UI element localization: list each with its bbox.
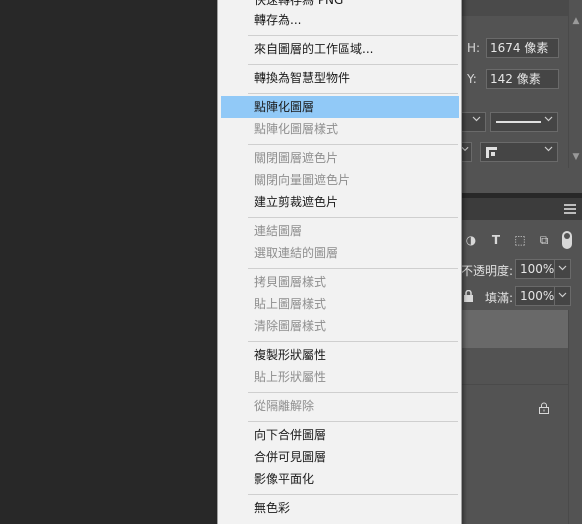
filter-toggle-icon[interactable] xyxy=(562,231,572,249)
height-label: H: xyxy=(467,41,481,55)
opacity-label: 不透明度: xyxy=(461,264,514,278)
menu-item-no-color[interactable]: 無色彩 xyxy=(254,497,290,519)
menu-item-select-linked-layers: 選取連結的圖層 xyxy=(254,246,339,260)
menu-item-create-clipping-mask[interactable]: 建立剪裁遮色片 xyxy=(254,191,338,213)
menu-separator xyxy=(248,93,458,94)
y-label: Y: xyxy=(467,72,477,86)
menu-item-flatten-image[interactable]: 影像平面化 xyxy=(254,468,314,490)
fill-label: 填滿: xyxy=(485,291,514,305)
opacity-value: 100% xyxy=(520,262,555,276)
menu-item-copy-layer-style: 拷貝圖層樣式 xyxy=(254,275,327,289)
stroke-width-dropdown[interactable] xyxy=(458,112,486,132)
chevron-down-icon[interactable] xyxy=(554,287,570,305)
y-field[interactable]: 142 像素 xyxy=(486,69,559,89)
opacity-field[interactable]: 100% xyxy=(515,259,571,279)
menu-item-disable-vector-mask: 關閉向量圖遮色片 xyxy=(254,173,351,187)
menu-separator xyxy=(248,35,458,36)
menu-separator xyxy=(248,421,458,422)
adjustment-filter-icon[interactable]: ◑ xyxy=(463,233,479,247)
menu-item-paste-shape-attributes: 貼上形狀屬性 xyxy=(254,370,327,384)
menu-separator xyxy=(248,494,458,495)
menu-item-rasterize-layer-style: 點陣化圖層樣式 xyxy=(254,122,339,136)
stroke-line-dropdown[interactable] xyxy=(490,112,558,132)
type-filter-icon[interactable]: T xyxy=(488,233,504,247)
menu-separator xyxy=(248,268,458,269)
menu-item-merge-down[interactable]: 向下合併圖層 xyxy=(254,424,326,446)
menu-item-export-as[interactable]: 轉存為... xyxy=(254,9,301,31)
layer-divider xyxy=(458,384,568,385)
chevron-down-icon xyxy=(544,114,553,125)
chevron-down-icon xyxy=(472,114,481,125)
menu-item-convert-to-smart-object[interactable]: 轉換為智慧型物件 xyxy=(254,67,350,89)
smart-object-filter-icon[interactable]: ⧉ xyxy=(536,233,552,248)
scroll-up-icon[interactable]: ▲ xyxy=(571,16,581,26)
lock-all-icon[interactable] xyxy=(463,290,474,302)
menu-item-release-from-isolation: 從隔離解除 xyxy=(254,399,315,413)
menu-separator xyxy=(248,144,458,145)
background-lock-icon xyxy=(539,402,549,414)
menu-item-paste-layer-style: 貼上圖層樣式 xyxy=(254,297,327,311)
layer-context-menu: 快速轉存為 PNG 轉存為... 來自圖層的工作區域... 轉換為智慧型物件 點… xyxy=(217,0,462,524)
menu-separator xyxy=(248,64,458,65)
menu-item-merge-visible[interactable]: 合併可見圖層 xyxy=(254,446,326,468)
menu-separator xyxy=(248,217,458,218)
chevron-down-icon xyxy=(461,144,469,155)
menu-item-disable-layer-mask: 關閉圖層遮色片 xyxy=(254,151,339,165)
menu-item-link-layers: 連結圖層 xyxy=(254,224,303,238)
menu-item-copy-shape-attributes[interactable]: 複製形狀屬性 xyxy=(254,344,326,366)
menu-item-clear-layer-style: 清除圖層樣式 xyxy=(254,319,327,333)
layers-scrollbar[interactable] xyxy=(568,310,582,524)
corner-style-dropdown[interactable] xyxy=(480,142,558,162)
menu-separator xyxy=(248,392,458,393)
properties-panel-top xyxy=(458,0,582,16)
menu-item-artboard-from-layers[interactable]: 來自圖層的工作區域... xyxy=(254,38,373,60)
scroll-down-icon[interactable]: ▼ xyxy=(571,152,581,162)
shape-filter-icon[interactable]: ⬚ xyxy=(512,233,528,247)
properties-panel xyxy=(458,0,582,193)
panel-menu-icon[interactable] xyxy=(564,204,576,214)
photoshop-window: H: 1674 像素 Y: 142 像素 ▲ ▼ ◑ T ⬚ ⧉ 不透明度: 1… xyxy=(0,0,582,524)
line-style-icon xyxy=(496,121,541,123)
layer-row-selected[interactable] xyxy=(458,310,568,348)
height-field[interactable]: 1674 像素 xyxy=(486,38,559,58)
chevron-down-icon[interactable] xyxy=(554,260,570,278)
menu-item-rasterize-layer[interactable]: 點陣化圖層 xyxy=(254,96,314,118)
menu-separator xyxy=(248,341,458,342)
properties-scrollbar[interactable]: ▲ ▼ xyxy=(568,0,582,168)
fill-value: 100% xyxy=(520,289,555,303)
chevron-down-icon xyxy=(544,144,553,155)
fill-field[interactable]: 100% xyxy=(515,286,571,306)
corner-join-icon xyxy=(486,147,497,158)
